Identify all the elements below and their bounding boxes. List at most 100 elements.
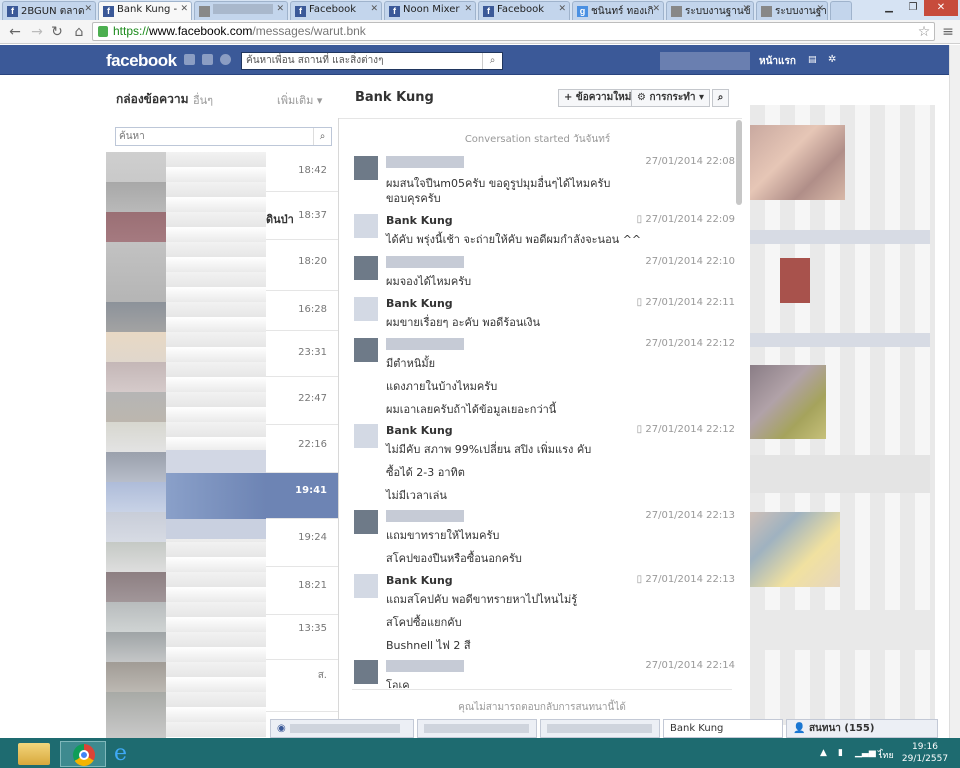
more-dropdown[interactable]: เพิ่มเติม ▾ — [277, 91, 322, 109]
chat-dock-blurred[interactable]: ◉ — [270, 719, 414, 738]
sender-name[interactable]: Bank Kung — [386, 297, 453, 310]
browser-tab-active[interactable]: f Bank Kung - ✕ — [98, 1, 192, 20]
close-tab-icon[interactable]: ✕ — [84, 4, 92, 14]
conversation-search-input[interactable]: ค้นหา ⌕ — [115, 127, 332, 146]
friend-requests-icon[interactable] — [184, 54, 195, 65]
chat-online-button[interactable]: 👤 สนทนา (155) — [786, 719, 938, 738]
actions-button[interactable]: ⚙ การกระทำ ▾ — [631, 89, 710, 107]
avatar[interactable] — [354, 338, 378, 362]
new-tab-button[interactable] — [830, 1, 852, 20]
sender-name-blurred[interactable] — [386, 338, 464, 350]
sender-name[interactable]: Bank Kung — [386, 574, 453, 587]
browser-tab[interactable]: ระบบงานฐานข้✕ — [756, 1, 828, 20]
browser-tab[interactable]: ระบบงานฐานข้✕ — [666, 1, 754, 20]
blurred-text-block — [750, 230, 930, 244]
message-text: มีตำหนิมั้ย — [386, 357, 436, 370]
browser-tab[interactable]: f Noon Mixer ✕ — [384, 1, 476, 20]
sender-name-blurred[interactable] — [386, 256, 464, 268]
avatar[interactable] — [354, 510, 378, 534]
browser-tab[interactable]: g ชนินทร์ ทองเกิ ✕ — [572, 1, 664, 20]
sender-name[interactable]: Bank Kung — [386, 214, 453, 227]
forward-icon[interactable]: → — [28, 23, 46, 41]
browser-tab[interactable]: ✕ — [194, 1, 288, 20]
close-tab-icon[interactable]: ✕ — [742, 4, 750, 14]
message-group: 27/01/2014 22:14 โอเค — [340, 660, 735, 688]
menu-icon[interactable]: ≡ — [939, 23, 957, 41]
close-tab-icon[interactable]: ✕ — [558, 4, 566, 14]
star-icon[interactable]: ☆ — [915, 23, 933, 41]
browser-tab[interactable]: f Facebook ✕ — [290, 1, 382, 20]
gear-icon[interactable]: ✲ — [828, 54, 836, 65]
message-timestamp: 27/01/2014 22:13 — [645, 510, 735, 521]
system-clock[interactable]: 19:16 29/1/2557 — [896, 741, 954, 765]
avatar[interactable] — [354, 297, 378, 321]
close-tab-icon[interactable]: ✕ — [464, 4, 472, 14]
new-message-button[interactable]: + ข้อความใหม่ — [558, 89, 638, 107]
sender-name-blurred[interactable] — [386, 156, 464, 168]
battery-icon[interactable]: ▮ — [838, 748, 843, 758]
message-timestamp: ▯ 27/01/2014 22:09 — [636, 214, 735, 225]
messages-icon[interactable] — [202, 54, 213, 65]
blurred-chat-name — [547, 723, 652, 733]
language-indicator-visible[interactable]: ไทย — [878, 748, 894, 762]
message-timestamp: ▯ 27/01/2014 22:13 — [636, 574, 735, 585]
notifications-icon[interactable] — [220, 54, 231, 65]
lock-icon — [98, 26, 108, 37]
close-tab-icon[interactable]: ✕ — [652, 4, 660, 14]
restore-button[interactable]: ❐ — [900, 0, 926, 16]
facebook-logo[interactable]: facebook — [106, 51, 177, 71]
close-tab-icon[interactable]: ✕ — [370, 4, 378, 14]
chat-dock-blurred[interactable] — [417, 719, 537, 738]
blurred-photo — [780, 258, 810, 303]
search-icon[interactable]: ⌕ — [482, 53, 502, 69]
sender-name-blurred[interactable] — [386, 510, 464, 522]
blurred-text-block — [750, 610, 930, 650]
avatar[interactable] — [354, 256, 378, 280]
blurred-text-block — [750, 455, 930, 493]
blurred-names-row — [166, 519, 266, 539]
inbox-tab[interactable]: กล่องข้อความ — [116, 90, 189, 109]
close-window-button[interactable]: ✕ — [924, 0, 958, 16]
page-scrollbar[interactable] — [949, 45, 960, 738]
close-tab-icon[interactable]: ✕ — [180, 4, 188, 14]
document-icon — [671, 6, 682, 17]
browser-tab[interactable]: f Facebook ✕ — [478, 1, 570, 20]
profile-link-blurred[interactable] — [660, 52, 750, 70]
reload-icon[interactable]: ↻ — [48, 23, 66, 41]
globe-icon: ◉ — [277, 723, 286, 734]
chat-dock-blurred[interactable] — [540, 719, 660, 738]
message-text: ไม่มีเวลาเล่น — [386, 489, 447, 502]
chat-tab-bank-kung[interactable]: Bank Kung — [663, 719, 783, 738]
conversation-started-note: Conversation started วันจันทร์ — [464, 134, 611, 145]
avatar[interactable] — [354, 574, 378, 598]
account-settings-icon[interactable]: ▤ — [808, 55, 817, 65]
file-explorer-icon[interactable] — [18, 743, 50, 765]
home-link[interactable]: หน้าแรก — [759, 54, 796, 69]
messages-scrollbar[interactable] — [736, 120, 742, 205]
chrome-icon[interactable] — [60, 741, 106, 767]
sender-name-blurred[interactable] — [386, 660, 464, 672]
close-tab-icon[interactable]: ✕ — [816, 4, 824, 14]
search-icon[interactable]: ⌕ — [313, 128, 331, 145]
sender-name[interactable]: Bank Kung — [386, 424, 453, 437]
back-icon[interactable]: ← — [6, 23, 24, 41]
browser-tab[interactable]: f 2BGUN ตลาด ✕ — [2, 1, 96, 20]
home-icon[interactable]: ⌂ — [70, 23, 88, 41]
internet-explorer-icon[interactable]: e — [114, 741, 144, 767]
avatar[interactable] — [354, 424, 378, 448]
url-input[interactable]: https://www.facebook.com/messages/warut.… — [92, 22, 935, 41]
other-tab[interactable]: อื่นๆ — [193, 91, 213, 109]
avatar[interactable] — [354, 214, 378, 238]
conversation-search-button[interactable]: ⌕ — [712, 89, 729, 107]
minimize-button[interactable]: ▁ — [876, 0, 902, 16]
browser-tab-strip: f 2BGUN ตลาด ✕ f Bank Kung - ✕ ✕ f Facebook ✕ … — [0, 0, 960, 20]
message-group: Bank Kung ▯ 27/01/2014 22:11 ผมขายเรื่อย… — [340, 297, 735, 331]
facebook-search-input[interactable]: ค้นหาเพื่อน สถานที่ และสิ่งต่างๆ ⌕ — [241, 52, 503, 70]
message-text: แถมขาทรายให้ไหมครับ — [386, 529, 500, 542]
avatar[interactable] — [354, 156, 378, 180]
message-group: 27/01/2014 22:08 ผมสนใจปืนm05ครับ ขอดูรู… — [340, 156, 735, 206]
close-tab-icon[interactable]: ✕ — [276, 4, 284, 14]
network-icon[interactable]: ▁▃▅ — [855, 748, 876, 758]
tray-up-arrow-icon[interactable]: ▲ — [820, 748, 827, 758]
avatar[interactable] — [354, 660, 378, 684]
